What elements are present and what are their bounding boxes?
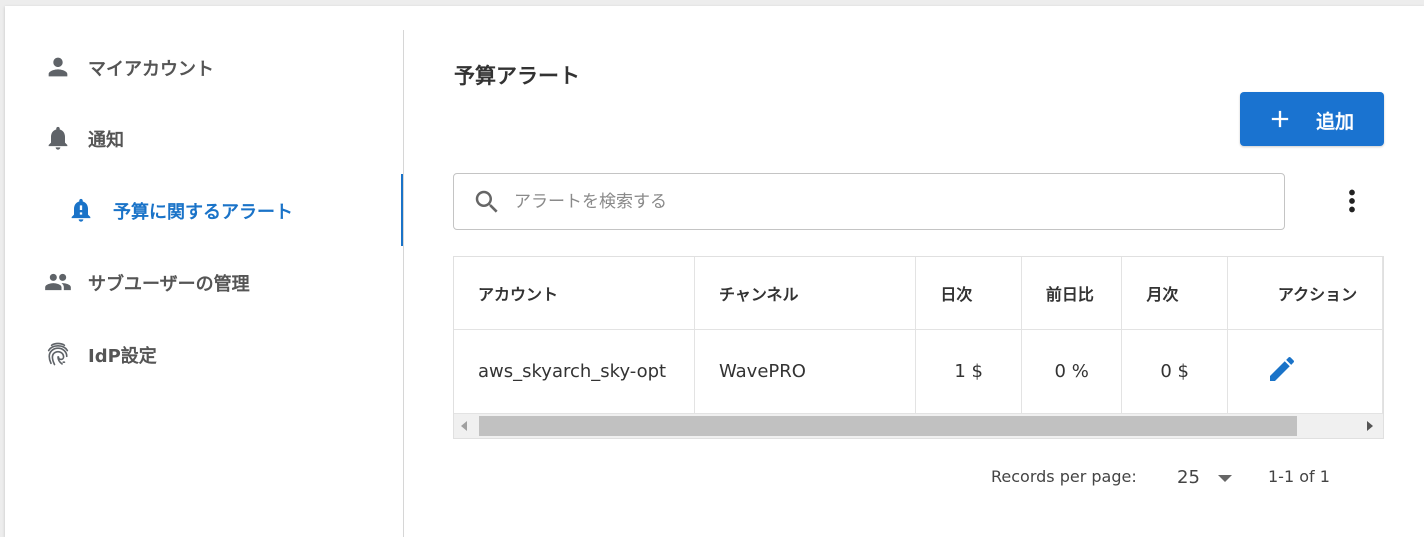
add-button-label: 追加: [1316, 111, 1355, 133]
table-row: aws_skyarch_sky-opt WavePRO 1 $ 0 % 0 $: [454, 329, 1383, 414]
records-per-page-value: 25: [1177, 467, 1200, 488]
sidebar-item-label: 予算に関するアラート: [113, 202, 293, 223]
fingerprint-icon: [44, 340, 72, 368]
chevron-down-icon: [1218, 475, 1232, 482]
cell-daily: 1 $: [915, 329, 1022, 414]
sidebar-item-budget-alerts[interactable]: 予算に関するアラート: [5, 180, 404, 240]
sidebar-item-my-account[interactable]: マイアカウント: [5, 37, 404, 97]
alerts-table-grid: アカウント チャンネル 日次 前日比 月次 アクション aws_skyarch_…: [454, 257, 1383, 414]
search-box: [453, 173, 1285, 230]
alerts-table: アカウント チャンネル 日次 前日比 月次 アクション aws_skyarch_…: [453, 256, 1384, 439]
sidebar-item-label: サブユーザーの管理: [88, 274, 250, 295]
bell-icon: [44, 124, 72, 152]
column-header-action: アクション: [1227, 257, 1383, 330]
horizontal-scrollbar[interactable]: [454, 414, 1383, 438]
cell-account: aws_skyarch_sky-opt: [454, 329, 695, 414]
sidebar: マイアカウント 通知 予算に関するアラート サブユーザーの管理 IdP設定: [5, 6, 404, 537]
scrollbar-thumb[interactable]: [479, 416, 1297, 436]
records-per-page-label: Records per page:: [991, 467, 1137, 486]
sidebar-divider: [403, 30, 404, 537]
settings-card: マイアカウント 通知 予算に関するアラート サブユーザーの管理 IdP設定 予算…: [5, 6, 1424, 537]
sidebar-item-label: 通知: [88, 130, 124, 151]
sidebar-item-sub-users[interactable]: サブユーザーの管理: [5, 252, 404, 312]
add-button[interactable]: 追加: [1240, 92, 1384, 146]
cell-action: [1227, 329, 1383, 414]
search-input[interactable]: [514, 186, 1254, 218]
plus-icon: [1266, 105, 1294, 133]
column-header-monthly[interactable]: 月次: [1121, 257, 1228, 330]
column-header-daily[interactable]: 日次: [915, 257, 1022, 330]
records-per-page-select[interactable]: 25: [1175, 464, 1241, 492]
cell-ratio: 0 %: [1021, 329, 1123, 414]
bell-alert-icon: [67, 196, 95, 224]
column-header-ratio[interactable]: 前日比: [1021, 257, 1123, 330]
more-options-button[interactable]: [1335, 184, 1369, 218]
person-icon: [44, 53, 72, 81]
people-icon: [44, 268, 72, 296]
sidebar-item-label: マイアカウント: [88, 59, 214, 80]
search-icon: [472, 187, 502, 217]
sidebar-item-idp-settings[interactable]: IdP設定: [5, 324, 404, 384]
more-vert-icon: [1349, 189, 1355, 213]
scroll-right-arrow[interactable]: [1367, 421, 1373, 431]
sidebar-item-notifications[interactable]: 通知: [5, 108, 404, 168]
pagination-range: 1-1 of 1: [1268, 467, 1330, 486]
scroll-left-arrow[interactable]: [461, 421, 467, 431]
page-title: 予算アラート: [454, 64, 580, 88]
table-header-row: アカウント チャンネル 日次 前日比 月次 アクション: [454, 257, 1383, 330]
column-header-channel[interactable]: チャンネル: [694, 257, 917, 330]
cell-channel: WavePRO: [694, 329, 917, 414]
column-header-account[interactable]: アカウント: [454, 257, 695, 330]
cell-monthly: 0 $: [1121, 329, 1228, 414]
edit-icon[interactable]: [1266, 353, 1298, 385]
sidebar-item-label: IdP設定: [88, 346, 157, 367]
